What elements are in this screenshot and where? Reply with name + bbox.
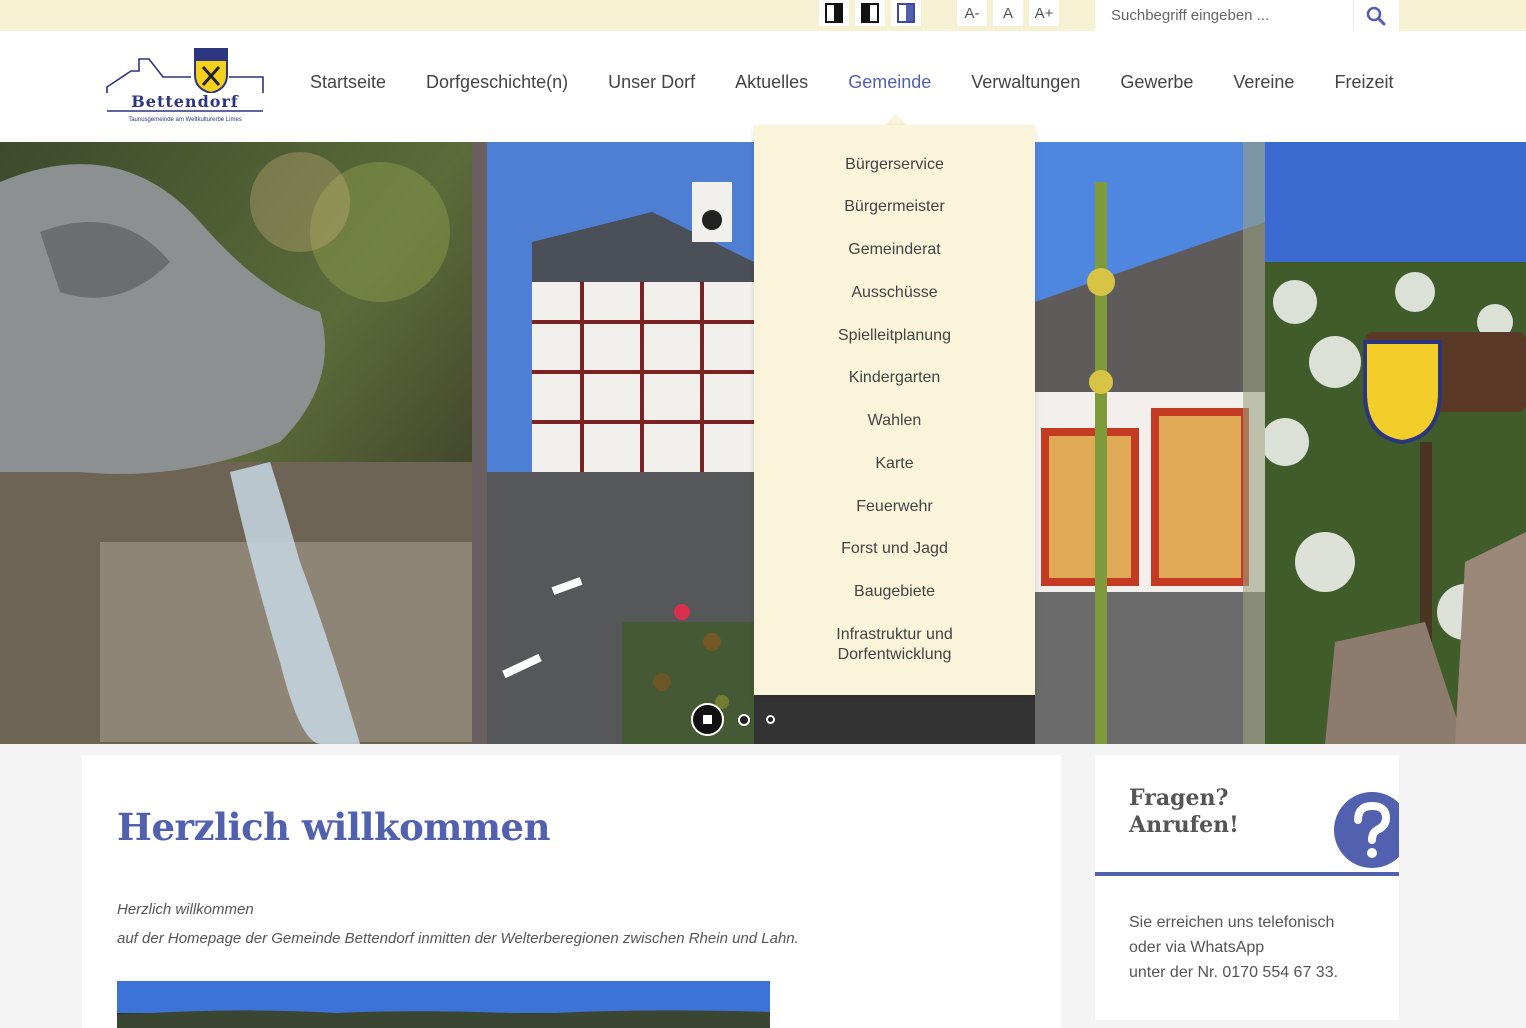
- menu-item-karte[interactable]: Karte: [754, 454, 1035, 474]
- nav-item-gewerbe[interactable]: Gewerbe: [1100, 72, 1213, 93]
- slide-image-townhall: [472, 142, 754, 744]
- nav-item-aktuelles[interactable]: Aktuelles: [715, 72, 828, 93]
- search-input[interactable]: [1095, 0, 1353, 31]
- menu-item-wahlen[interactable]: Wahlen: [754, 411, 1035, 431]
- menu-item-baugebiete[interactable]: Baugebiete: [754, 582, 1035, 602]
- menu-item-feuerwehr[interactable]: Feuerwehr: [754, 497, 1035, 517]
- menu-item-spielleitplanung[interactable]: Spielleitplanung: [754, 326, 1035, 346]
- menu-item-infrastruktur-line2: Dorfentwicklung: [837, 646, 952, 663]
- nav-item-unser-dorf[interactable]: Unser Dorf: [588, 72, 715, 93]
- nav-item-freizeit[interactable]: Freizeit: [1314, 72, 1413, 93]
- slider-pagination: [691, 703, 775, 736]
- slide-image-fountain: [0, 142, 472, 744]
- svg-text:Bettendorf: Bettendorf: [131, 92, 239, 111]
- nav-item-verwaltungen[interactable]: Verwaltungen: [951, 72, 1100, 93]
- question-mark-icon: [1334, 792, 1399, 868]
- menu-item-buergerservice[interactable]: Bürgerservice: [754, 155, 1035, 175]
- menu-item-forst-und-jagd[interactable]: Forst und Jagd: [754, 539, 1035, 559]
- menu-item-buergermeister[interactable]: Bürgermeister: [754, 197, 1035, 217]
- font-decrease-button[interactable]: A-: [957, 0, 987, 26]
- page-title: Herzlich willkommen: [117, 805, 551, 849]
- nav-item-vereine[interactable]: Vereine: [1213, 72, 1314, 93]
- contact-text-line1: Sie erreichen uns telefonisch: [1129, 914, 1335, 931]
- gemeinde-dropdown-menu: Bürgerservice Bürgermeister Gemeinderat …: [754, 125, 1035, 695]
- contact-phone: unter der Nr. 0170 554 67 33.: [1129, 964, 1339, 981]
- menu-item-kindergarten[interactable]: Kindergarten: [754, 368, 1035, 388]
- contrast-blue-button[interactable]: [891, 0, 921, 26]
- search-icon: [1366, 6, 1385, 25]
- contrast-blue-icon: [897, 3, 915, 23]
- contact-title-line1: Fragen?: [1129, 785, 1229, 811]
- contact-widget: Fragen? Anrufen! Sie erreichen uns telef…: [1095, 755, 1399, 1020]
- svg-text:Taunusgemeinde am Weltkulturer: Taunusgemeinde am Weltkulturerbe Limes: [128, 117, 242, 123]
- contact-title-line2: Anrufen!: [1129, 812, 1239, 838]
- slider-dot[interactable]: [766, 715, 775, 724]
- contrast-inverted-button[interactable]: [855, 0, 885, 26]
- font-normal-button[interactable]: A: [993, 0, 1023, 26]
- slide-image-firestation: [1035, 142, 1265, 744]
- slider-dot-active[interactable]: [691, 703, 724, 736]
- contact-text-line2: oder via WhatsApp: [1129, 939, 1265, 956]
- font-increase-button[interactable]: A+: [1029, 0, 1059, 26]
- coat-of-arms-icon: [194, 48, 228, 95]
- nav-item-gemeinde[interactable]: Gemeinde: [828, 72, 951, 93]
- menu-item-infrastruktur-line1: Infrastruktur und: [836, 626, 953, 643]
- bettendorf-logo[interactable]: Bettendorf Taunusgemeinde am Weltkulture…: [105, 47, 267, 125]
- contrast-inverted-icon: [861, 3, 879, 23]
- main-content-card: Herzlich willkommen Herzlich willkommen …: [82, 755, 1061, 1028]
- contact-title: Fragen? Anrufen!: [1129, 785, 1239, 839]
- nav-item-dorfgeschichten[interactable]: Dorfgeschichte(n): [406, 72, 588, 93]
- intro-line-2: auf der Homepage der Gemeinde Bettendorf…: [117, 930, 799, 947]
- nav-item-startseite[interactable]: Startseite: [290, 72, 406, 93]
- dropdown-caret-icon: [885, 114, 907, 125]
- intro-line-1: Herzlich willkommen: [117, 901, 254, 918]
- slide-image-village-sign: [1265, 142, 1526, 744]
- contrast-default-button[interactable]: [819, 0, 849, 26]
- utility-bar: A- A A+: [0, 0, 1526, 31]
- slider-dot[interactable]: [738, 713, 750, 726]
- village-outline-icon: [106, 58, 264, 93]
- menu-item-ausschuesse[interactable]: Ausschüsse: [754, 283, 1035, 303]
- contrast-default-icon: [825, 3, 843, 23]
- search-button[interactable]: [1353, 0, 1397, 31]
- main-navigation: Startseite Dorfgeschichte(n) Unser Dorf …: [290, 72, 1413, 93]
- contact-divider: [1095, 872, 1399, 876]
- stop-icon: [703, 715, 712, 724]
- menu-item-gemeinderat[interactable]: Gemeinderat: [754, 240, 1035, 260]
- search-form: [1095, 0, 1399, 31]
- landscape-photo[interactable]: [117, 981, 770, 1028]
- menu-item-infrastruktur[interactable]: Infrastruktur und Dorfentwicklung: [754, 625, 1035, 665]
